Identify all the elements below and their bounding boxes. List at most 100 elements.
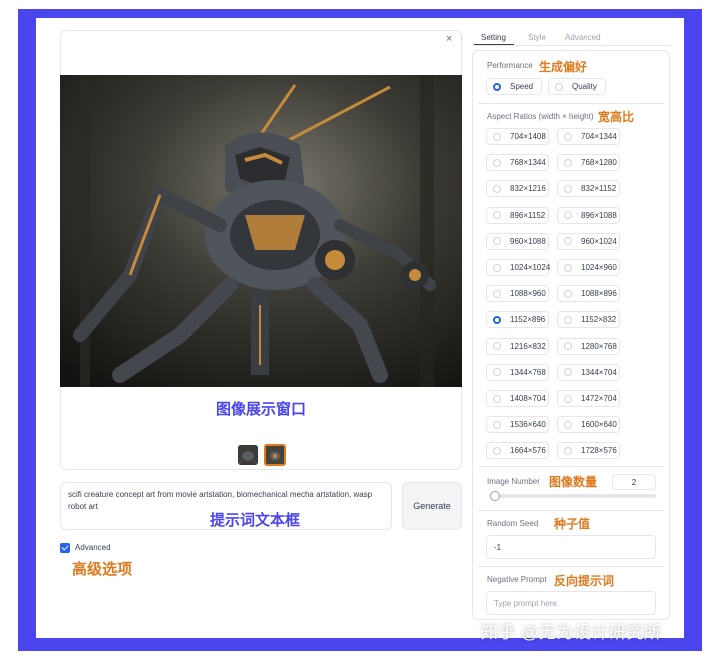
- aspect-ratio-option[interactable]: 768×1280: [557, 154, 620, 172]
- aspect-ratios-label: Aspect Ratios (width × height): [487, 112, 594, 121]
- aspect-ratio-option-label: 1024×1024: [510, 263, 551, 272]
- radio-dot: [564, 158, 572, 167]
- aspect-ratio-option[interactable]: 960×1024: [557, 232, 620, 250]
- aspect-ratios-annotation: 宽高比: [598, 110, 635, 124]
- aspect-ratio-option[interactable]: 1024×1024: [486, 259, 551, 276]
- aspect-ratio-option-label: 1152×832: [581, 315, 617, 325]
- generated-image: [60, 75, 462, 387]
- divider: [478, 566, 664, 567]
- radio-dot: [493, 446, 501, 455]
- aspect-ratio-option-label: 768×1344: [510, 158, 546, 168]
- aspect-ratio-option-label: 896×1152: [510, 210, 546, 220]
- robot-wasp-illustration: [60, 75, 462, 387]
- aspect-ratio-option[interactable]: 1600×640: [557, 416, 620, 434]
- aspect-ratio-option[interactable]: 1408×704: [486, 390, 549, 407]
- radio-dot: [493, 132, 501, 141]
- aspect-ratio-option[interactable]: 1344×704: [557, 363, 620, 381]
- aspect-ratio-option[interactable]: 1024×960: [557, 259, 620, 276]
- thumbnail-2-selected[interactable]: [264, 444, 286, 466]
- radio-dot: [493, 263, 501, 272]
- random-seed-input[interactable]: -1: [486, 535, 656, 559]
- aspect-ratio-option-label: 1280×768: [581, 341, 617, 351]
- aspect-ratio-option[interactable]: 832×1216: [486, 180, 549, 198]
- aspect-ratio-option[interactable]: 1088×896: [557, 285, 620, 303]
- aspect-ratio-option-label: 1728×576: [581, 446, 617, 456]
- advanced-annotation: 高级选项: [72, 561, 133, 578]
- aspect-ratio-option[interactable]: 896×1088: [557, 206, 620, 224]
- aspect-ratio-option-label: 896×1088: [581, 210, 617, 220]
- radio-dot: [493, 184, 501, 193]
- random-seed-label: Random Seed: [487, 519, 539, 528]
- aspect-ratio-option-label: 1216×832: [510, 341, 546, 351]
- close-icon[interactable]: ×: [446, 33, 452, 45]
- radio-dot: [564, 132, 572, 141]
- tab-advanced[interactable]: Advanced: [565, 33, 601, 42]
- aspect-ratio-option[interactable]: 1344×768: [486, 363, 549, 381]
- aspect-ratio-option[interactable]: 1472×704: [557, 390, 620, 407]
- image-number-annotation: 图像数量: [549, 475, 598, 489]
- aspect-ratio-option[interactable]: 832×1152: [557, 180, 620, 198]
- divider: [478, 103, 664, 104]
- radio-dot: [564, 211, 572, 220]
- aspect-ratio-option[interactable]: 1664×576: [486, 442, 549, 460]
- aspect-ratio-option[interactable]: 704×1408: [486, 128, 549, 145]
- generate-button[interactable]: Generate: [402, 482, 462, 530]
- aspect-ratio-option[interactable]: 1088×960: [486, 285, 549, 303]
- random-seed-annotation: 种子值: [554, 517, 591, 531]
- radio-dot: [493, 315, 501, 324]
- radio-dot: [564, 394, 572, 403]
- performance-annotation: 生成偏好: [539, 60, 588, 74]
- negative-prompt-input[interactable]: Type prompt here.: [486, 591, 656, 615]
- radio-dot: [493, 158, 501, 167]
- aspect-ratio-option[interactable]: 1728×576: [557, 442, 620, 460]
- image-number-label: Image Number: [487, 477, 540, 486]
- aspect-ratio-option[interactable]: 960×1088: [486, 232, 549, 250]
- aspect-ratio-option[interactable]: 704×1344: [557, 128, 620, 145]
- divider: [478, 510, 664, 511]
- radio-dot: [493, 237, 501, 246]
- negative-prompt-annotation: 反向提示词: [554, 574, 615, 588]
- watermark: 知乎 @无为设计研究所: [481, 623, 662, 642]
- aspect-ratio-option-label: 704×1344: [581, 132, 617, 141]
- divider: [478, 466, 664, 467]
- aspect-ratio-option-label: 1344×704: [581, 367, 617, 377]
- radio-dot: [564, 237, 572, 246]
- image-number-slider-track[interactable]: [492, 494, 656, 498]
- aspect-ratio-option-label: 1344×768: [510, 367, 546, 377]
- performance-option-quality[interactable]: Quality: [548, 78, 606, 95]
- aspect-ratio-option-label: 1536×640: [510, 420, 546, 430]
- thumbnail-1[interactable]: [238, 445, 258, 465]
- aspect-ratio-option[interactable]: 768×1344: [486, 154, 549, 172]
- aspect-ratio-option-label: 768×1280: [581, 158, 617, 168]
- aspect-ratio-option[interactable]: 896×1152: [486, 206, 549, 224]
- radio-dot: [493, 211, 501, 220]
- radio-dot: [493, 420, 501, 429]
- radio-dot: [493, 342, 501, 351]
- radio-dot: [564, 184, 572, 193]
- aspect-ratio-option[interactable]: 1536×640: [486, 416, 549, 434]
- radio-dot: [493, 368, 501, 377]
- aspect-ratio-option[interactable]: 1152×896: [486, 311, 549, 329]
- performance-option-speed[interactable]: Speed: [486, 78, 542, 95]
- aspect-ratio-option-label: 1600×640: [581, 420, 617, 430]
- aspect-ratio-option[interactable]: 1216×832: [486, 337, 549, 355]
- tab-setting[interactable]: Setting: [481, 33, 506, 42]
- aspect-ratio-option-label: 1088×896: [581, 289, 617, 299]
- advanced-checkbox[interactable]: [60, 543, 70, 553]
- aspect-ratio-option[interactable]: 1152×832: [557, 311, 620, 329]
- prompt-annotation: 提示词文本框: [210, 512, 301, 529]
- aspect-ratio-option-label: 1024×960: [581, 263, 617, 272]
- image-viewer-annotation: 图像展示窗口: [215, 401, 306, 418]
- advanced-checkbox-label: Advanced: [75, 543, 111, 552]
- radio-dot: [493, 394, 501, 403]
- negative-prompt-label: Negative Prompt: [487, 575, 547, 584]
- aspect-ratio-option-label: 704×1408: [510, 132, 546, 141]
- tab-style[interactable]: Style: [528, 33, 546, 42]
- radio-dot: [564, 263, 572, 272]
- image-number-slider-handle[interactable]: [490, 491, 500, 501]
- aspect-ratio-option-label: 1088×960: [510, 289, 546, 299]
- aspect-ratio-option-label: 832×1152: [581, 184, 617, 194]
- image-number-input[interactable]: 2: [612, 474, 656, 490]
- performance-label: Performance: [487, 61, 533, 70]
- aspect-ratio-option[interactable]: 1280×768: [557, 337, 620, 355]
